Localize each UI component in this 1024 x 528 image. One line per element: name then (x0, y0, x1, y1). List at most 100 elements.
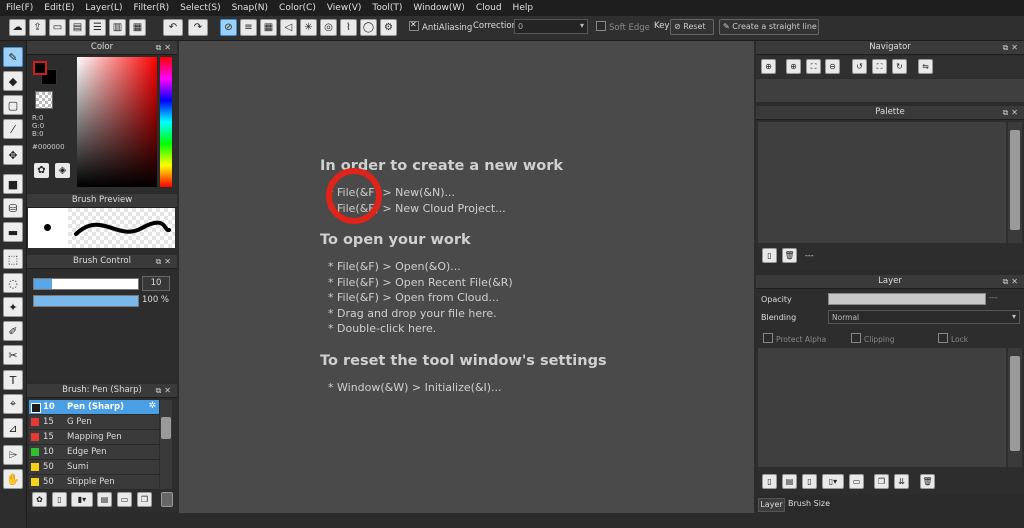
divide-tool-icon[interactable]: ⊿ (3, 418, 23, 438)
delete-layer-icon[interactable]: 🗑 (920, 474, 935, 489)
new-layer-icon[interactable]: ▯ (762, 474, 777, 489)
select-pen-tool-icon[interactable]: ✐ (3, 321, 23, 341)
dotted-brush-tool-icon[interactable]: ⁄ (3, 119, 23, 139)
hand-tool-icon[interactable]: ✋ (3, 469, 23, 489)
copy-brush-icon[interactable]: ❐ (137, 492, 152, 507)
layer-list-area[interactable] (758, 348, 1006, 467)
layers-list-icon[interactable]: ☰ (89, 19, 106, 36)
fit-view-icon[interactable]: ⛶ (806, 59, 821, 74)
panel-controls-icon[interactable]: ⧉✕ (1003, 41, 1021, 54)
merge-layer-icon[interactable]: ⇊ (894, 474, 909, 489)
protect-alpha-checkbox[interactable] (763, 333, 773, 343)
brush-item-mapping-pen[interactable]: 15 Mapping Pen (29, 430, 159, 445)
menu-tool[interactable]: Tool(T) (366, 3, 407, 13)
scrollbar-thumb[interactable] (161, 417, 171, 439)
open-work-line-2[interactable]: * File(&F) > Open Recent File(&R) (328, 276, 513, 289)
zoom-in-icon[interactable]: ⊕ (761, 59, 776, 74)
layer-opacity-slider[interactable] (828, 293, 986, 305)
color-wheel-icon[interactable]: ✿ (34, 163, 49, 178)
menu-snap[interactable]: Snap(N) (226, 3, 273, 13)
add-brush-dropdown-icon[interactable]: ▮▾ (71, 492, 93, 507)
menu-help[interactable]: Help (507, 3, 539, 13)
brush-tool-icon[interactable]: ✎ (3, 47, 23, 67)
new-halftone-layer-icon[interactable]: ▤ (782, 474, 797, 489)
foreground-color-swatch[interactable] (33, 61, 47, 75)
undo-icon[interactable]: ↶ (163, 19, 183, 36)
settings-list-icon[interactable]: ▥ (109, 19, 126, 36)
hue-slider[interactable] (160, 57, 172, 187)
menu-select[interactable]: Select(S) (174, 3, 226, 13)
bucket-tool-icon[interactable]: ⛁ (3, 198, 23, 218)
brush-item-pen-sharp[interactable]: 10 Pen (Sharp) ✲ (29, 400, 159, 415)
magic-wand-tool-icon[interactable]: ✦ (3, 297, 23, 317)
chat-icon[interactable]: ▭ (49, 19, 66, 36)
save-icon[interactable]: ⇪ (29, 19, 46, 36)
navigator-preview[interactable] (756, 79, 1024, 102)
new-palette-icon[interactable]: ▯ (762, 248, 777, 263)
lock-checkbox[interactable] (938, 333, 948, 343)
transparent-color-swatch[interactable] (35, 91, 53, 109)
blending-select[interactable]: Normal ▾ (828, 310, 1020, 324)
eyedropper-tool-icon[interactable]: ⌲ (3, 445, 23, 465)
open-work-line-5[interactable]: * Double-click here. (328, 322, 436, 335)
fill-rect-tool-icon[interactable]: ■ (3, 174, 23, 194)
grid-tile-icon[interactable]: ▦ (129, 19, 146, 36)
panel-controls-icon[interactable]: ⧉✕ (1003, 275, 1021, 288)
open-work-line-3[interactable]: * File(&F) > Open from Cloud... (328, 291, 499, 304)
gear-icon[interactable]: ✲ (148, 401, 156, 411)
select-rect-tool-icon[interactable]: ▢ (3, 95, 23, 115)
brush-item-g-pen[interactable]: 15 G Pen (29, 415, 159, 430)
zoom-in-icon-2[interactable]: ⊕ (786, 59, 801, 74)
clipping-checkbox[interactable] (851, 333, 861, 343)
snap-off-icon[interactable]: ⊘ (220, 19, 237, 36)
select-tool-icon[interactable]: ⬚ (3, 249, 23, 269)
duplicate-layer-icon[interactable]: ❐ (874, 474, 889, 489)
snap-grid-icon[interactable]: ▦ (260, 19, 277, 36)
gradient-tool-icon[interactable]: ▬ (3, 222, 23, 242)
panel-controls-icon[interactable]: ⧉✕ (1003, 106, 1021, 119)
eraser-tool-icon[interactable]: ◆ (3, 71, 23, 91)
delete-palette-icon[interactable]: 🗑 (782, 248, 797, 263)
layer-scrollbar[interactable] (1008, 348, 1022, 467)
antialiasing-checkbox[interactable] (409, 20, 419, 31)
flip-horizontal-icon[interactable]: ⇋ (918, 59, 933, 74)
panel-controls-icon[interactable]: ⧉✕ (156, 41, 174, 54)
add-layer-dropdown-icon[interactable]: ▯▾ (822, 474, 844, 489)
menu-filter[interactable]: Filter(R) (128, 3, 175, 13)
snap-settings-icon[interactable]: ⚙ (380, 19, 397, 36)
panel-controls-icon[interactable]: ⧉✕ (156, 384, 174, 397)
folder-icon[interactable]: ▭ (117, 492, 132, 507)
menu-color[interactable]: Color(C) (273, 3, 321, 13)
soft-edge-checkbox[interactable] (596, 21, 606, 31)
document-icon[interactable]: ▤ (69, 19, 86, 36)
menu-window[interactable]: Window(W) (407, 3, 469, 13)
brush-item-edge-pen[interactable]: 10 Edge Pen (29, 445, 159, 460)
panel-controls-icon[interactable]: ⧉✕ (156, 255, 174, 268)
snap-ellipse-icon[interactable]: ◯ (360, 19, 377, 36)
snap-perspective-icon[interactable]: ◁ (280, 19, 297, 36)
snap-circle-icon[interactable]: ◎ (320, 19, 337, 36)
correction-select[interactable]: 0 ▾ (514, 19, 588, 34)
straight-line-button[interactable]: ✎ Create a straight line (719, 19, 819, 35)
zoom-out-icon[interactable]: ⊖ (825, 59, 840, 74)
rotate-left-icon[interactable]: ↺ (852, 59, 867, 74)
lasso-tool-icon[interactable]: ◌ (3, 273, 23, 293)
saturation-value-picker[interactable] (77, 57, 157, 187)
redo-icon[interactable]: ↷ (188, 19, 208, 36)
menu-view[interactable]: View(V) (321, 3, 367, 13)
canvas-area[interactable]: In order to create a new work * File(&F)… (179, 41, 754, 513)
scrollbar-thumb[interactable] (1010, 356, 1020, 451)
folder-icon[interactable]: ▭ (849, 474, 864, 489)
menu-file[interactable]: File(F) (0, 3, 38, 13)
menu-edit[interactable]: Edit(E) (38, 3, 79, 13)
brush-size-slider[interactable] (33, 278, 139, 290)
edit-brush-icon[interactable]: ▤ (97, 492, 112, 507)
brush-item-stipple-pen[interactable]: 50 Stipple Pen (29, 475, 159, 490)
menu-cloud[interactable]: Cloud (470, 3, 507, 13)
menu-layer[interactable]: Layer(L) (79, 3, 127, 13)
snap-parallel-icon[interactable]: ≡ (240, 19, 257, 36)
reset-button[interactable]: ⊘ Reset (670, 19, 714, 35)
text-tool-icon[interactable]: T (3, 370, 23, 390)
scrollbar-thumb[interactable] (1010, 130, 1020, 230)
brush-opacity-slider[interactable] (33, 295, 139, 307)
